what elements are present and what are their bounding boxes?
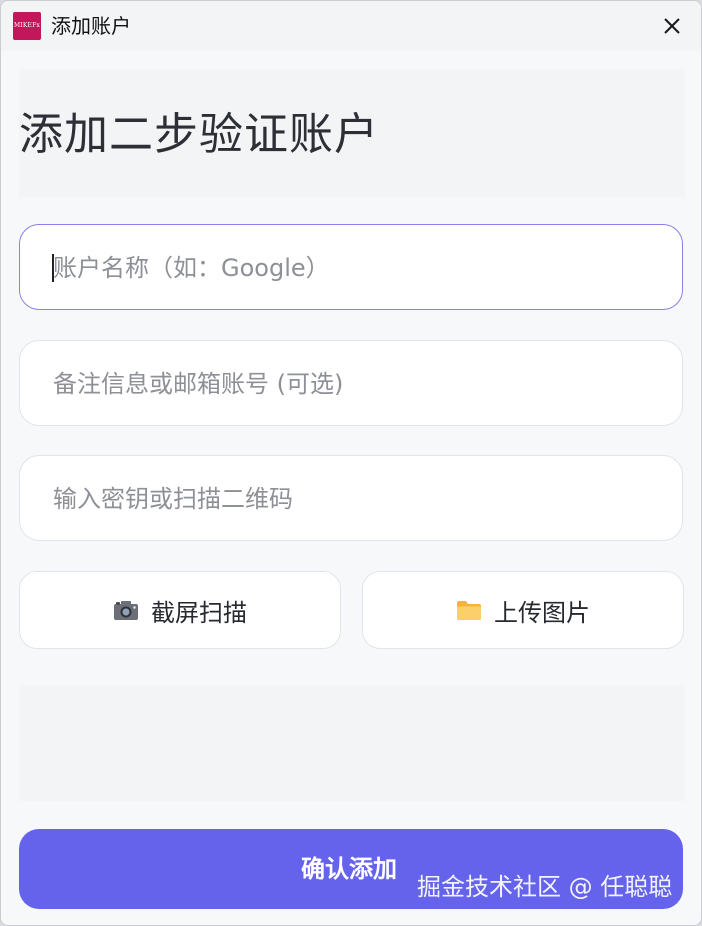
window-title: 添加账户 [51,14,131,38]
screenshot-scan-label: 截屏扫描 [151,598,247,627]
secret-key-input[interactable]: 输入密钥或扫描二维码 [19,455,683,541]
note-placeholder: 备注信息或邮箱账号 (可选) [53,370,344,398]
confirm-add-label: 确认添加 [301,855,397,883]
screenshot-scan-button[interactable]: 截屏扫描 [19,571,341,649]
upload-image-label: 上传图片 [494,598,590,627]
app-logo-icon: MIKEFx [13,12,41,40]
close-button[interactable] [657,11,687,41]
upload-image-button[interactable]: 上传图片 [362,571,684,649]
secret-key-placeholder: 输入密钥或扫描二维码 [53,485,293,513]
folder-icon [457,601,481,620]
title-bar: MIKEFx 添加账户 [1,1,701,51]
camera-icon [114,601,138,620]
add-account-window: MIKEFx 添加账户 添加二步验证账户 账户名称（如：Google） 备注信息… [0,0,702,926]
note-input[interactable]: 备注信息或邮箱账号 (可选) [19,340,683,426]
page-heading: 添加二步验证账户 [19,109,379,160]
watermark-text: 掘金技术社区 @ 任聪聪 [417,873,673,901]
account-name-input[interactable]: 账户名称（如：Google） [19,224,683,310]
account-name-placeholder: 账户名称（如：Google） [53,254,330,282]
close-icon [664,18,680,34]
qr-preview-area [19,685,685,801]
